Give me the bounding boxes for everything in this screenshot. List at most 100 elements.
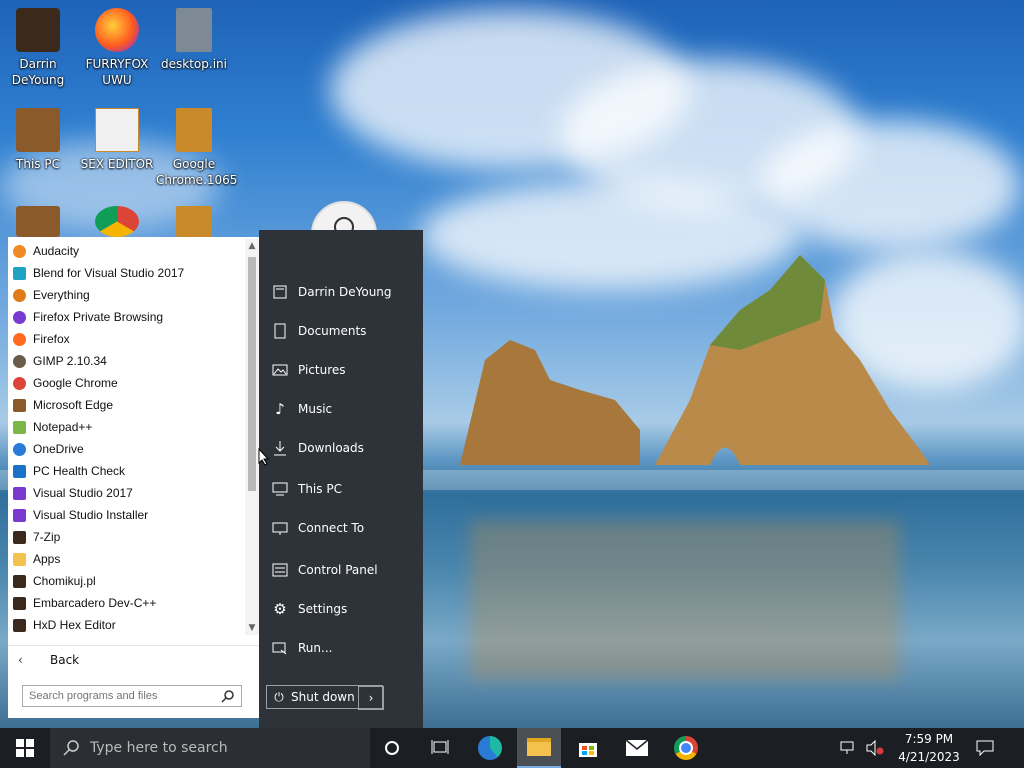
- program-list-scrollbar[interactable]: ▲ ▼: [245, 239, 259, 635]
- cortana-circle-icon: [385, 741, 399, 755]
- program-list-item[interactable]: Google Chrome: [8, 372, 244, 394]
- store-bag-icon: [579, 743, 597, 757]
- network-icon: [271, 519, 289, 537]
- taskbar-search-placeholder: Type here to search: [90, 740, 228, 756]
- program-list-item[interactable]: Firefox: [8, 328, 244, 350]
- start-item-control-panel[interactable]: Control Panel: [271, 560, 378, 580]
- taskbar-edge[interactable]: [468, 728, 512, 768]
- desktop-icon-partial-2[interactable]: [79, 206, 155, 241]
- start-item-downloads[interactable]: Downloads: [271, 438, 364, 458]
- desktop-icon-partial-1[interactable]: [0, 206, 76, 241]
- start-item-connect-to[interactable]: Connect To: [271, 518, 364, 538]
- user-folder-icon: [16, 8, 60, 52]
- everything-icon: [11, 287, 27, 303]
- task-view-button[interactable]: [418, 728, 462, 768]
- download-arrow-icon: [271, 439, 289, 457]
- chrome-icon: [95, 206, 139, 237]
- desktop-icon-hex-editor[interactable]: SEX EDITOR: [79, 108, 155, 172]
- audacity-icon: [11, 243, 27, 259]
- mail-envelope-icon: [625, 739, 649, 756]
- taskbar-search-box[interactable]: Type here to search: [50, 728, 370, 768]
- shutdown-options-button[interactable]: ›: [358, 686, 384, 710]
- mouse-cursor-icon: [258, 448, 270, 466]
- visual-studio-icon: [11, 485, 27, 501]
- start-item-pictures[interactable]: Pictures: [271, 360, 346, 380]
- program-list-item[interactable]: Embarcadero Dev-C++: [8, 592, 244, 614]
- program-list-item[interactable]: Everything: [8, 284, 244, 306]
- sea-rocks: [460, 255, 930, 465]
- run-icon: [271, 639, 289, 657]
- folder-icon: [11, 397, 27, 413]
- settings-file-icon: [176, 8, 212, 52]
- program-label: Google Chrome: [33, 376, 118, 390]
- start-search-input[interactable]: [23, 689, 221, 703]
- network-tray[interactable]: [836, 728, 862, 768]
- taskbar-file-explorer[interactable]: [517, 728, 561, 768]
- action-center-button[interactable]: [970, 728, 1000, 768]
- program-list-item[interactable]: Blend for Visual Studio 2017: [8, 262, 244, 284]
- computer-icon: [16, 108, 60, 152]
- program-list-item[interactable]: Apps: [8, 548, 244, 570]
- program-list-item[interactable]: Microsoft Edge: [8, 394, 244, 416]
- hxd-icon: [95, 108, 139, 152]
- program-list-item[interactable]: 7-Zip: [8, 526, 244, 548]
- desktop-icon-partial-3[interactable]: [156, 206, 232, 241]
- chevron-left-icon: ‹: [18, 653, 23, 667]
- desktop-icon-firefox[interactable]: FURRYFOX UWU: [79, 8, 155, 88]
- start-item-this-pc[interactable]: This PC: [271, 479, 342, 499]
- program-label: OneDrive: [33, 442, 84, 456]
- scrollbar-thumb[interactable]: [248, 257, 256, 491]
- start-button[interactable]: [3, 728, 47, 768]
- start-item-music[interactable]: ♪ Music: [271, 399, 332, 419]
- program-list-item[interactable]: PC Health Check: [8, 460, 244, 482]
- program-list-item[interactable]: OneDrive: [8, 438, 244, 460]
- program-label: Microsoft Edge: [33, 398, 114, 412]
- folder-icon: [527, 738, 551, 756]
- start-search-box[interactable]: [22, 685, 242, 707]
- documents-icon: [271, 322, 289, 340]
- program-list-item[interactable]: Visual Studio Installer: [8, 504, 244, 526]
- music-note-icon: ♪: [275, 400, 285, 418]
- system-clock[interactable]: 7:59 PM 4/21/2023: [888, 730, 970, 766]
- program-list-item[interactable]: GIMP 2.10.34: [8, 350, 244, 372]
- taskbar-store[interactable]: [566, 728, 610, 768]
- notepad-plus-plus-icon: [11, 419, 27, 435]
- back-button[interactable]: ‹ Back: [8, 645, 259, 674]
- program-list-item[interactable]: Chomikuj.pl: [8, 570, 244, 592]
- desktop-icon-chrome-file[interactable]: Google Chrome.1065: [156, 108, 237, 188]
- volume-tray[interactable]: [862, 728, 888, 768]
- scroll-down-arrow-icon[interactable]: ▼: [245, 621, 259, 635]
- scroll-up-arrow-icon[interactable]: ▲: [245, 239, 259, 253]
- folder-icon: [16, 206, 60, 237]
- search-icon: [63, 740, 79, 756]
- folder-icon: [11, 595, 27, 611]
- start-item-settings[interactable]: ⚙ Settings: [271, 599, 347, 619]
- start-item-run[interactable]: Run...: [271, 638, 332, 658]
- desktop-icon-desktop-ini[interactable]: desktop.ini: [156, 8, 232, 72]
- apps-icon: [11, 551, 27, 567]
- windows-logo-icon: [16, 739, 34, 757]
- taskbar-mail[interactable]: [615, 728, 659, 768]
- folder-icon: [11, 529, 27, 545]
- program-label: HxD Hex Editor: [33, 618, 116, 632]
- cortana-button[interactable]: [370, 728, 414, 768]
- program-label: Apps: [33, 552, 61, 566]
- start-item-user-folder[interactable]: Darrin DeYoung: [271, 282, 392, 302]
- search-icon[interactable]: [221, 689, 235, 703]
- start-item-documents[interactable]: Documents: [271, 321, 366, 341]
- program-list-item[interactable]: Notepad++: [8, 416, 244, 438]
- program-list-item[interactable]: Firefox Private Browsing: [8, 306, 244, 328]
- desktop-icon-user-folder[interactable]: Darrin DeYoung: [0, 8, 76, 88]
- program-label: Visual Studio 2017: [33, 486, 133, 500]
- start-menu-places-panel: Darrin DeYoung Documents Pictures ♪ Musi…: [259, 230, 423, 728]
- desktop-icon-this-pc[interactable]: This PC: [0, 108, 76, 172]
- program-list-item[interactable]: Visual Studio 2017: [8, 482, 244, 504]
- taskbar-chrome[interactable]: [664, 728, 708, 768]
- chevron-right-icon: ›: [368, 691, 374, 705]
- clock-time: 7:59 PM: [904, 732, 954, 746]
- firefox-icon: [11, 331, 27, 347]
- program-list-item[interactable]: Audacity: [8, 240, 244, 262]
- program-list-item[interactable]: HxD Hex Editor: [8, 614, 244, 636]
- onedrive-icon: [11, 441, 27, 457]
- program-label: Visual Studio Installer: [33, 508, 149, 522]
